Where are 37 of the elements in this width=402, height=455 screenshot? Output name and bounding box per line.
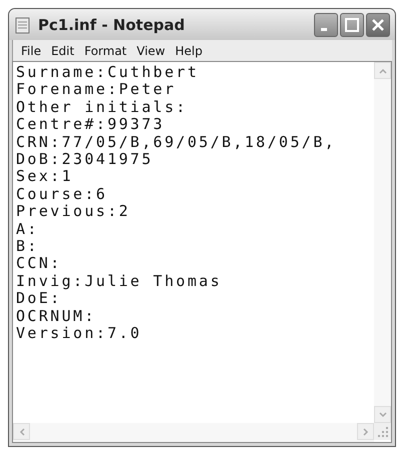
notepad-icon: [14, 16, 32, 34]
minimize-icon: [321, 28, 327, 31]
text-line: CCN:: [16, 255, 63, 273]
text-line: Sex:1: [16, 168, 74, 186]
text-area[interactable]: Surname:Cuthbert Forename:Peter Other initials: Centre#:99373 CRN:77/05/B,69/05/B,18/05/B, DoB:23041975 Sex:1 Course:6 Previous:2 A: B: CCN: Invig:Julie Thomas DoE: OCRNUM: Version:7.0: [12, 61, 392, 423]
maximize-button[interactable]: [340, 12, 364, 36]
scroll-left-button[interactable]: [13, 423, 30, 440]
scroll-up-button[interactable]: [374, 62, 391, 79]
menu-item[interactable]: Help: [170, 44, 208, 58]
text-line: Invig:Julie Thomas: [16, 272, 223, 290]
close-button[interactable]: [366, 12, 390, 36]
text-line: B:: [16, 238, 40, 256]
text-line: Surname:Cuthbert: [16, 64, 200, 82]
resize-grip-icon[interactable]: [374, 423, 391, 440]
text-line: Centre#:99373: [16, 116, 166, 134]
text-line: CRN:77/05/B,69/05/B,18/05/B,: [16, 134, 338, 152]
window-title: Pc1.inf - Notepad: [38, 16, 186, 34]
menu-item[interactable]: File: [16, 44, 46, 58]
text-line: Forename:Peter: [16, 81, 178, 99]
text-line: OCRNUM:: [16, 308, 98, 326]
text-line: Other initials:: [16, 98, 188, 116]
menu-item[interactable]: Edit: [46, 44, 80, 58]
chevron-right-icon: [360, 426, 370, 436]
text-line: Course:6: [16, 186, 108, 204]
vertical-scrollbar[interactable]: [374, 62, 391, 423]
text-line: DoE:: [16, 290, 62, 308]
horizontal-scrollbar[interactable]: [13, 423, 374, 442]
text-line: Previous:2: [16, 203, 132, 221]
chevron-down-icon: [378, 410, 388, 420]
menu-item[interactable]: View: [132, 44, 170, 58]
scroll-down-button[interactable]: [374, 406, 391, 423]
text-line: Version:7.0: [16, 325, 143, 342]
minimize-button[interactable]: [314, 12, 338, 36]
text-line: DoB:23041975: [16, 151, 154, 168]
text-line: A:: [16, 220, 40, 238]
menu-item[interactable]: Format: [79, 44, 132, 58]
scroll-right-button[interactable]: [357, 423, 374, 440]
